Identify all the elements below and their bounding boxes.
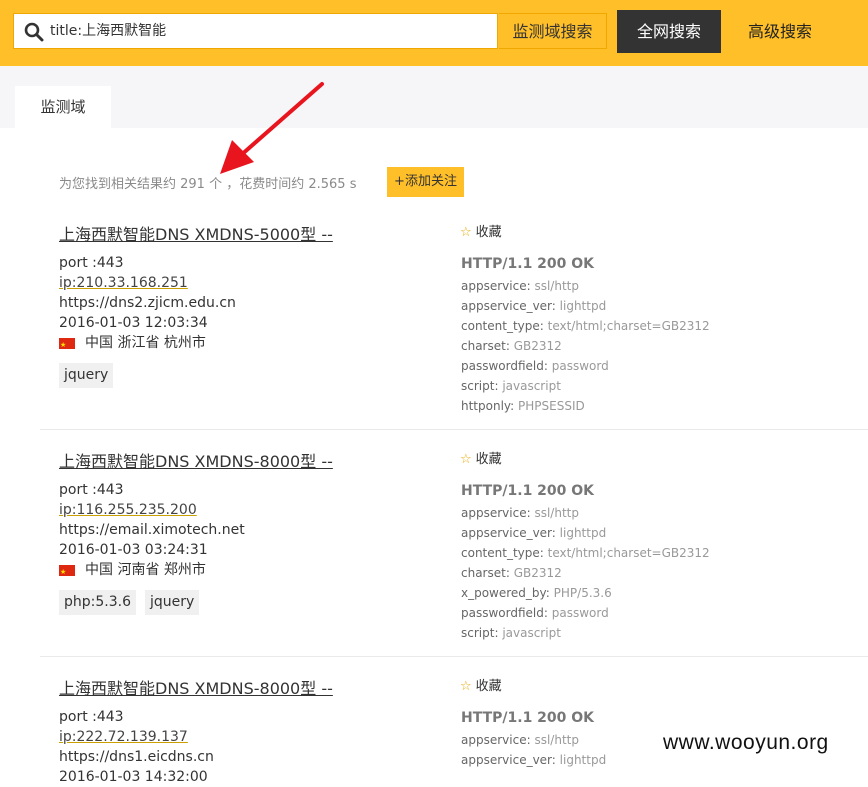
star-icon: ☆ bbox=[460, 679, 472, 694]
header-row: httponly: PHPSESSID bbox=[461, 399, 585, 413]
result-time: 2016-01-03 03:24:31 bbox=[59, 542, 208, 558]
header-row: content_type: text/html;charset=GB2312 bbox=[461, 546, 710, 560]
result-headers: HTTP/1.1 200 OK appservice: ssl/http app… bbox=[461, 254, 710, 416]
header-row: appservice_ver: lighttpd bbox=[461, 526, 607, 540]
http-status: HTTP/1.1 200 OK bbox=[461, 483, 595, 499]
result-title[interactable]: 上海西默智能DNS XMDNS-8000型 -- bbox=[59, 675, 333, 699]
header-row: charset: GB2312 bbox=[461, 566, 562, 580]
result-location: 中国 浙江省 杭州市 bbox=[59, 333, 236, 355]
star-icon: ☆ bbox=[460, 225, 472, 240]
header-row: passwordfield: password bbox=[461, 359, 609, 373]
header-row: passwordfield: password bbox=[461, 606, 609, 620]
favorite-label: 收藏 bbox=[475, 452, 502, 467]
result-meta: port :443 ip:222.72.139.137 https://dns1… bbox=[59, 707, 214, 787]
top-search-bar: title:上海西默智能 监测域搜索 全网搜索 高级搜索 bbox=[0, 0, 868, 66]
result-ip-link[interactable]: ip:116.255.235.200 bbox=[59, 500, 245, 520]
favorite-button[interactable]: ☆ 收藏 bbox=[460, 448, 502, 467]
all-search-button[interactable]: 全网搜索 bbox=[617, 10, 721, 53]
result-divider bbox=[40, 429, 868, 430]
result-headers: HTTP/1.1 200 OK appservice: ssl/http app… bbox=[461, 481, 710, 643]
result-port: port :443 bbox=[59, 482, 124, 498]
result-divider bbox=[40, 656, 868, 657]
result-title[interactable]: 上海西默智能DNS XMDNS-5000型 -- bbox=[59, 221, 333, 245]
search-query-text[interactable]: title:上海西默智能 bbox=[50, 14, 166, 48]
header-row: x_powered_by: PHP/5.3.6 bbox=[461, 586, 612, 600]
result-location: 中国 河南省 郑州市 bbox=[59, 560, 245, 582]
add-follow-button[interactable]: +添加关注 bbox=[387, 167, 464, 197]
result-title[interactable]: 上海西默智能DNS XMDNS-8000型 -- bbox=[59, 448, 333, 472]
result-time: 2016-01-03 14:32:00 bbox=[59, 769, 208, 785]
result-headers: HTTP/1.1 200 OK appservice: ssl/http app… bbox=[461, 708, 606, 770]
header-row: appservice: ssl/http bbox=[461, 279, 579, 293]
annotation-arrow-icon bbox=[220, 82, 324, 174]
favorite-label: 收藏 bbox=[475, 679, 502, 694]
result-meta: port :443 ip:116.255.235.200 https://ema… bbox=[59, 480, 245, 615]
header-row: appservice_ver: lighttpd bbox=[461, 753, 607, 767]
monitor-search-button[interactable]: 监测域搜索 bbox=[499, 13, 607, 49]
favorite-button[interactable]: ☆ 收藏 bbox=[460, 675, 502, 694]
search-icon bbox=[24, 22, 44, 42]
header-row: content_type: text/html;charset=GB2312 bbox=[461, 319, 710, 333]
favorite-button[interactable]: ☆ 收藏 bbox=[460, 221, 502, 240]
search-input[interactable]: title:上海西默智能 bbox=[13, 13, 498, 49]
tag-list: jquery bbox=[59, 363, 236, 388]
star-icon: ☆ bbox=[460, 452, 472, 467]
http-status: HTTP/1.1 200 OK bbox=[461, 710, 595, 726]
advanced-search-link[interactable]: 高级搜索 bbox=[735, 10, 825, 53]
result-ip-link[interactable]: ip:222.72.139.137 bbox=[59, 727, 214, 747]
header-row: charset: GB2312 bbox=[461, 339, 562, 353]
tag-list: php:5.3.6 jquery bbox=[59, 590, 245, 615]
location-text: 中国 浙江省 杭州市 bbox=[85, 335, 206, 351]
header-row: script: javascript bbox=[461, 379, 561, 393]
china-flag-icon bbox=[59, 562, 75, 582]
tab-monitor-domain[interactable]: 监测域 bbox=[15, 86, 111, 128]
header-row: appservice: ssl/http bbox=[461, 733, 579, 747]
result-ip-link[interactable]: ip:210.33.168.251 bbox=[59, 273, 236, 293]
tag[interactable]: jquery bbox=[59, 363, 114, 388]
result-url: https://email.ximotech.net bbox=[59, 522, 245, 538]
result-url: https://dns2.zjicm.edu.cn bbox=[59, 295, 236, 311]
china-flag-icon bbox=[59, 335, 75, 355]
tag[interactable]: jquery bbox=[145, 590, 200, 615]
result-meta: port :443 ip:210.33.168.251 https://dns2… bbox=[59, 253, 236, 388]
http-status: HTTP/1.1 200 OK bbox=[461, 256, 595, 272]
header-row: appservice_ver: lighttpd bbox=[461, 299, 607, 313]
header-row: script: javascript bbox=[461, 626, 561, 640]
tag[interactable]: php:5.3.6 bbox=[59, 590, 136, 615]
location-text: 中国 河南省 郑州市 bbox=[85, 562, 206, 578]
favorite-label: 收藏 bbox=[475, 225, 502, 240]
result-time: 2016-01-03 12:03:34 bbox=[59, 315, 208, 331]
watermark-text: www.wooyun.org bbox=[663, 731, 829, 754]
tab-bar: 监测域 bbox=[0, 66, 868, 128]
result-port: port :443 bbox=[59, 709, 124, 725]
result-url: https://dns1.eicdns.cn bbox=[59, 749, 214, 765]
result-port: port :443 bbox=[59, 255, 124, 271]
header-row: appservice: ssl/http bbox=[461, 506, 579, 520]
